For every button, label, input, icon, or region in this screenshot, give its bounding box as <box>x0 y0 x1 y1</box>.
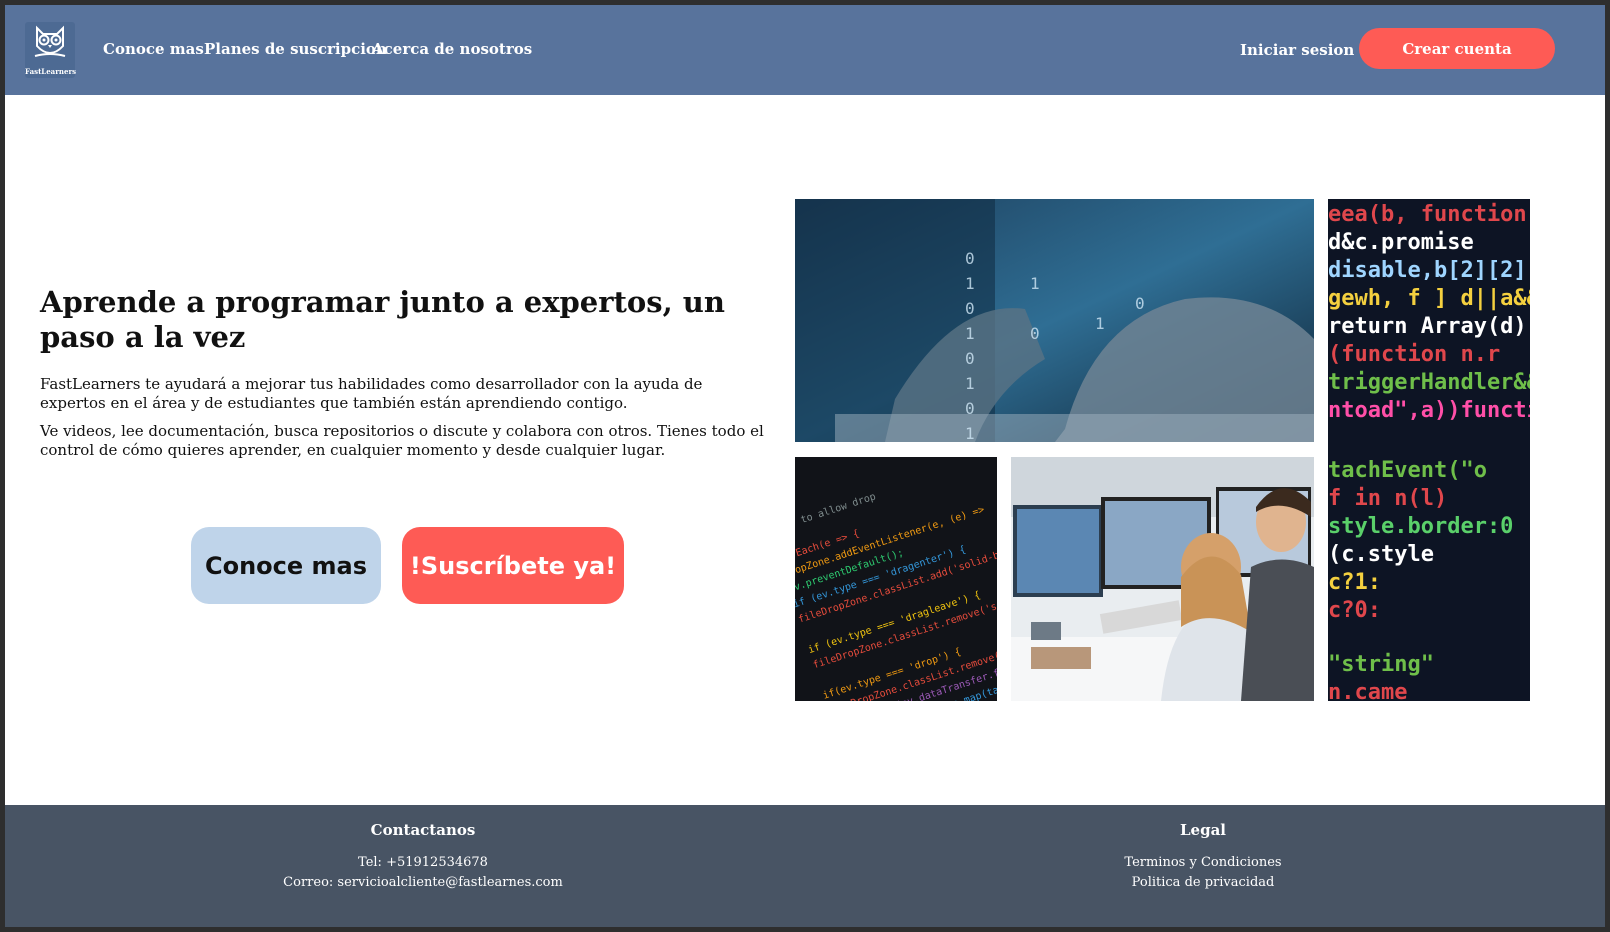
footer-email[interactable]: Correo: servicioalcliente@fastlearnes.co… <box>173 873 673 893</box>
svg-text:disable,b[2][2].l: disable,b[2][2].l <box>1328 258 1530 283</box>
svg-text:(c.style: (c.style <box>1328 542 1434 567</box>
footer-terms-link[interactable]: Terminos y Condiciones <box>953 853 1453 873</box>
signup-button[interactable]: Crear cuenta <box>1359 28 1555 69</box>
nav-link-planes[interactable]: Planes de suscripcion <box>204 40 387 58</box>
svg-text:d&c.promise: d&c.promise <box>1328 230 1474 255</box>
hero-paragraph-1: FastLearners te ayudará a mejorar tus ha… <box>40 375 703 412</box>
svg-text:0: 0 <box>1030 324 1040 343</box>
navbar: FastLearners Conoce mas Planes de suscri… <box>5 5 1605 95</box>
footer-contact: Contactanos Tel: +51912534678 Correo: se… <box>173 821 673 893</box>
svg-text:1: 1 <box>965 424 975 442</box>
nav-link-conoce-mas[interactable]: Conoce mas <box>103 40 204 58</box>
svg-text:1: 1 <box>965 324 975 343</box>
footer-contact-heading: Contactanos <box>370 821 476 839</box>
footer-privacy-link[interactable]: Politica de privacidad <box>953 873 1453 893</box>
subscribe-button[interactable]: !Suscríbete ya! <box>402 527 624 604</box>
hero-title: Aprende a programar junto a expertos, un… <box>40 285 725 354</box>
login-link[interactable]: Iniciar sesion <box>1240 41 1354 59</box>
svg-text:n.came: n.came <box>1328 680 1407 701</box>
svg-text:0: 0 <box>965 349 975 368</box>
students-at-computer-image <box>1011 457 1314 701</box>
svg-text:c?0:: c?0: <box>1328 598 1381 623</box>
svg-text:0: 0 <box>965 399 975 418</box>
svg-text:(function n.r: (function n.r <box>1328 342 1500 367</box>
svg-text:0: 0 <box>965 299 975 318</box>
svg-text:style.border:0: style.border:0 <box>1328 514 1513 539</box>
brand-logo[interactable]: FastLearners <box>25 22 77 78</box>
page: FastLearners Conoce mas Planes de suscri… <box>5 5 1605 927</box>
svg-text:1: 1 <box>1030 274 1040 293</box>
footer-legal-heading: Legal <box>1180 821 1226 839</box>
typing-hands-binary-image: 0 1 0 1 0 1 0 1 1 0 1 0 <box>795 199 1314 442</box>
svg-text:1: 1 <box>1095 314 1105 333</box>
code-editor-image: // to allow drop forEach(e => { dropZone… <box>795 457 997 701</box>
svg-text:c?1:: c?1: <box>1328 570 1381 595</box>
colorful-code-image: eea(b, function(b,f d&c.promise disable,… <box>1328 199 1530 701</box>
svg-text:1: 1 <box>965 274 975 293</box>
svg-text:gewh, f ] d||a&&: gewh, f ] d||a&& <box>1328 286 1530 311</box>
brand-name: FastLearners <box>25 67 77 76</box>
svg-text:tachEvent("o: tachEvent("o <box>1328 458 1487 483</box>
footer-phone: Tel: +51912534678 <box>358 855 488 870</box>
svg-text:1: 1 <box>965 374 975 393</box>
footer: Contactanos Tel: +51912534678 Correo: se… <box>5 805 1605 927</box>
svg-text:"string": "string" <box>1328 652 1434 677</box>
svg-text:triggerHandler&&(n: triggerHandler&&(n <box>1328 370 1530 395</box>
svg-text:eea(b, function(b,f: eea(b, function(b,f <box>1328 202 1530 227</box>
learn-more-button[interactable]: Conoce mas <box>191 527 381 604</box>
hero-paragraph-2: Ve videos, lee documentación, busca repo… <box>40 422 764 459</box>
svg-text:0: 0 <box>965 249 975 268</box>
owl-icon <box>34 25 66 57</box>
svg-text:return Array(d): return Array(d) <box>1328 314 1527 339</box>
nav-link-acerca[interactable]: Acerca de nosotros <box>372 40 532 58</box>
footer-legal: Legal Terminos y Condiciones Politica de… <box>953 821 1453 893</box>
svg-text:0: 0 <box>1135 294 1145 313</box>
svg-text:ntoad",a))function: ntoad",a))function <box>1328 398 1530 423</box>
svg-text:f in n(l): f in n(l) <box>1328 486 1447 511</box>
